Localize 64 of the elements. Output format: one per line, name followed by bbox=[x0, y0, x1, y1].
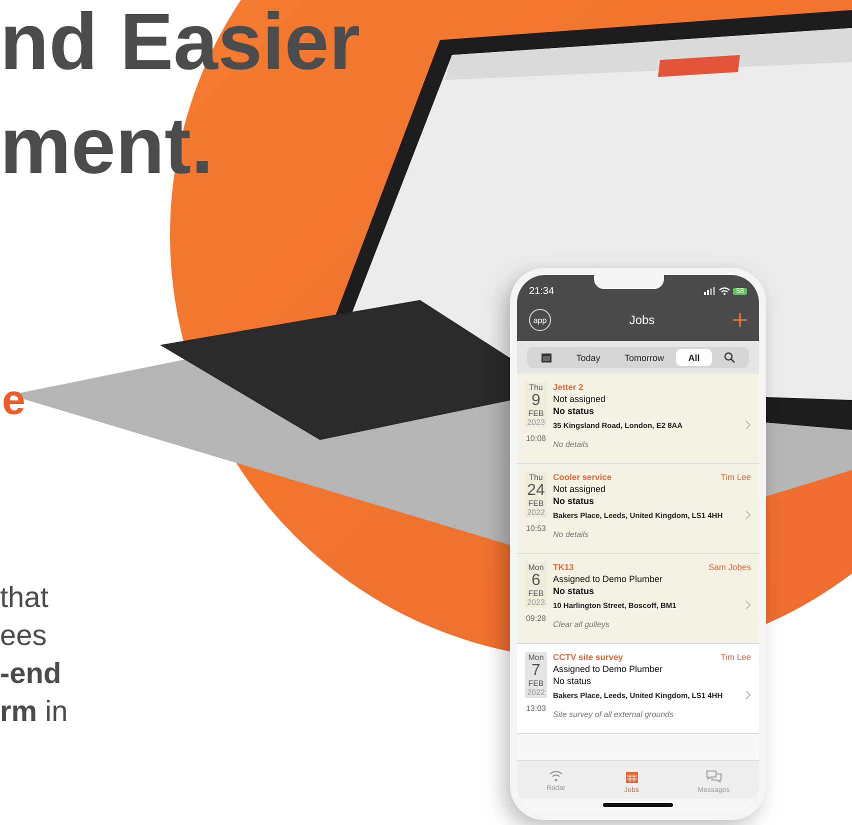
job-time: 10:08 bbox=[526, 434, 546, 443]
month-text: FEB bbox=[528, 499, 544, 508]
day-number: 9 bbox=[532, 392, 540, 409]
calendar-icon bbox=[541, 352, 552, 363]
weekday-text: Mon bbox=[528, 653, 544, 662]
chevron-right-icon bbox=[745, 690, 751, 700]
engineer-name: Tim Lee bbox=[720, 652, 751, 662]
job-title: Cooler service bbox=[553, 472, 612, 482]
year-text: 2022 bbox=[527, 508, 545, 517]
day-number: 6 bbox=[532, 572, 540, 589]
status-text: No status bbox=[553, 496, 596, 506]
signal-icon bbox=[704, 287, 716, 295]
job-title: Jetter 2 bbox=[553, 382, 584, 392]
body-text: -end bbox=[0, 657, 62, 692]
status-text: No status bbox=[553, 406, 596, 416]
filter-tab[interactable]: All bbox=[676, 349, 712, 366]
assignment-text: Assigned to Demo Plumber bbox=[553, 574, 664, 584]
status-text: No status bbox=[553, 676, 592, 686]
chevron-right-icon bbox=[745, 420, 751, 430]
weekday-text: Thu bbox=[529, 473, 543, 482]
home-indicator bbox=[603, 803, 673, 807]
body-text: that bbox=[0, 581, 48, 616]
engineer-name: Sam Jobes bbox=[708, 562, 751, 572]
engineer-name: Tim Lee bbox=[720, 472, 751, 482]
assignment-text: Assigned to Demo Plumber bbox=[553, 664, 664, 674]
wifi-icon bbox=[719, 287, 730, 295]
headline-fragment: e bbox=[2, 376, 26, 424]
filter-tab[interactable]: Tomorrow bbox=[612, 349, 676, 366]
day-number: 24 bbox=[527, 482, 545, 499]
chevron-right-icon bbox=[745, 600, 751, 610]
weekday-text: Thu bbox=[529, 383, 543, 392]
year-text: 2022 bbox=[527, 688, 545, 697]
job-time: 13:03 bbox=[526, 704, 546, 713]
wifi-icon bbox=[548, 770, 563, 782]
month-text: FEB bbox=[528, 409, 544, 418]
month-text: FEB bbox=[528, 679, 544, 688]
month-text: FEB bbox=[528, 589, 544, 598]
clock-text: 21:34 bbox=[529, 286, 554, 296]
job-title: TK13 bbox=[553, 562, 574, 572]
details-text: Clear all gulleys bbox=[553, 620, 610, 629]
body-text: ees bbox=[0, 619, 47, 654]
job-time: 10:53 bbox=[526, 524, 546, 533]
screen-title: Jobs bbox=[629, 313, 655, 327]
app-logo[interactable]: app bbox=[529, 309, 551, 331]
chevron-right-icon bbox=[745, 510, 751, 520]
details-text: No details bbox=[553, 530, 590, 539]
year-text: 2023 bbox=[527, 418, 545, 427]
search-icon bbox=[724, 352, 735, 363]
assignment-text: Not assigned bbox=[553, 394, 607, 404]
phone-notch bbox=[594, 275, 664, 289]
details-text: Site survey of all external grounds bbox=[553, 710, 675, 719]
day-number: 7 bbox=[532, 662, 540, 679]
year-text: 2023 bbox=[527, 598, 545, 607]
body-text: rm in bbox=[0, 695, 68, 730]
calendar-icon bbox=[624, 770, 639, 784]
weekday-text: Mon bbox=[528, 563, 544, 572]
status-text: No status bbox=[553, 586, 596, 596]
assignment-text: Not assigned bbox=[553, 484, 607, 494]
chat-bubbles-icon bbox=[706, 770, 722, 784]
job-time: 09:28 bbox=[526, 614, 546, 623]
details-text: No details bbox=[553, 440, 590, 449]
job-title: CCTV site survey bbox=[553, 652, 623, 662]
add-icon[interactable] bbox=[732, 313, 747, 327]
filter-tab[interactable]: Today bbox=[564, 349, 612, 366]
